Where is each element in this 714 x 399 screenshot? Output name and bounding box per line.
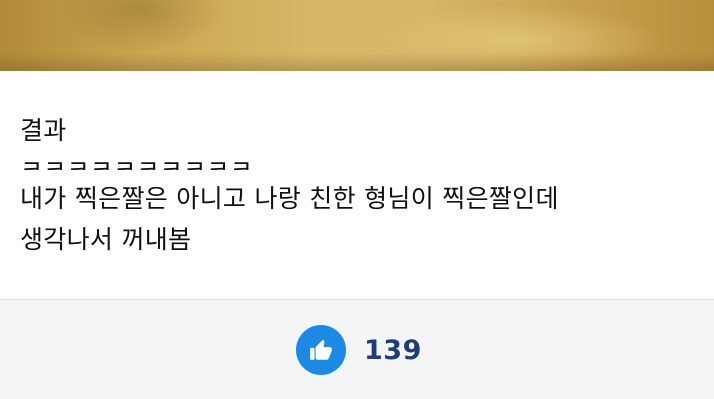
- post-text-line-clipped: ㅋㅋㅋㅋㅋㅋㅋㅋㅋㅋ: [20, 156, 253, 170]
- like-count: 139: [364, 334, 422, 366]
- thumbs-up-icon: [310, 339, 332, 360]
- post-footer: 139: [0, 300, 714, 399]
- post-text-line: ㅋㅋㅋㅋㅋㅋㅋㅋㅋㅋ: [20, 156, 253, 170]
- post-image: [0, 0, 714, 71]
- like-group: 139: [296, 325, 422, 375]
- post-body: 결과 ㅋㅋㅋㅋㅋㅋㅋㅋㅋㅋ 내가 찍은짤은 아니고 나랑 친한 형님이 찍은짤인…: [0, 71, 714, 299]
- post-text-line: 결과: [20, 116, 67, 145]
- post-text-line: 내가 찍은짤은 아니고 나랑 친한 형님이 찍은짤인데: [20, 184, 559, 213]
- like-button[interactable]: [296, 325, 346, 375]
- post-text-line: 생각나서 꺼내봄: [20, 225, 192, 254]
